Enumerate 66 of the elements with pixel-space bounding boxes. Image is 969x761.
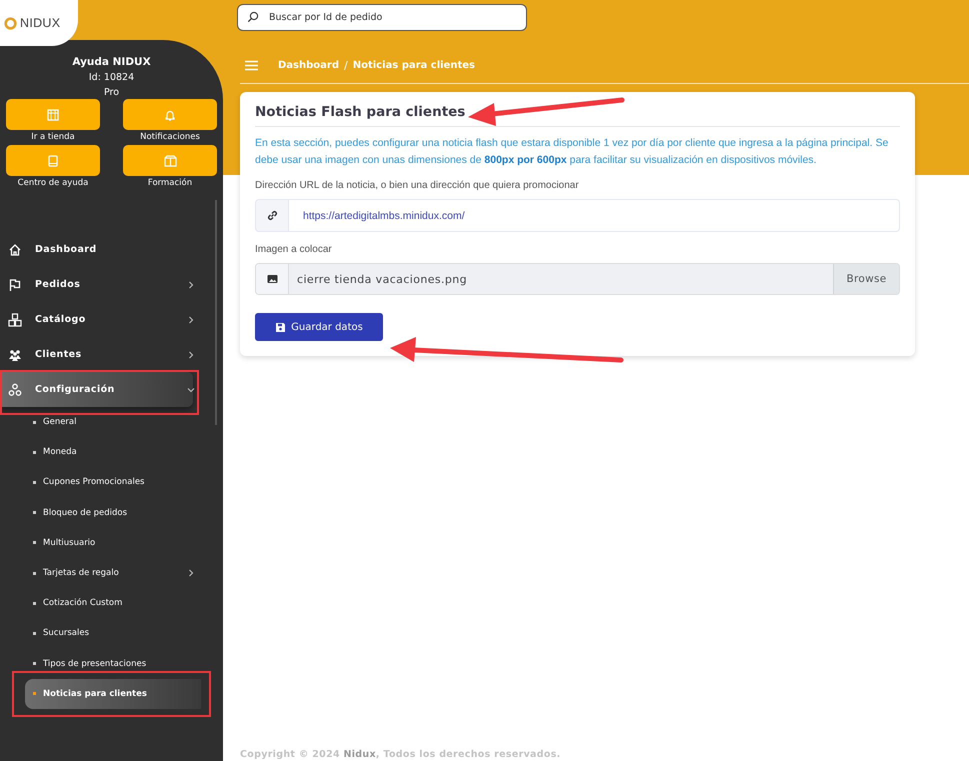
menu-item[interactable]: Configuración xyxy=(0,372,193,407)
quick-action-label: Formación xyxy=(148,178,192,190)
ring-logo-icon xyxy=(4,16,17,30)
chevron-right-icon xyxy=(187,350,195,358)
bullet-icon xyxy=(33,692,36,696)
scrollbar[interactable] xyxy=(215,200,217,425)
submenu-item[interactable]: Sucursales xyxy=(0,618,193,648)
quick-action-button[interactable] xyxy=(123,99,217,130)
profile-id: Id: 10824 xyxy=(88,72,134,83)
submenu-item[interactable]: Noticias para clientes xyxy=(25,678,201,709)
chevron-right-icon xyxy=(187,316,195,324)
chevron-right-icon xyxy=(187,280,195,288)
submenu-item[interactable]: Bloqueo de pedidos xyxy=(0,498,193,528)
bullet-icon xyxy=(33,632,36,635)
quick-action-button[interactable] xyxy=(6,99,100,130)
bullet-icon xyxy=(33,602,36,605)
bullet-icon xyxy=(33,511,36,514)
profile-name: Ayuda NIDUX xyxy=(72,56,151,68)
file-field[interactable]: cierre tienda vacaciones.png Browse xyxy=(255,263,900,295)
chevron-right-icon xyxy=(187,569,195,578)
submenu-item[interactable]: General xyxy=(0,407,193,438)
bullet-icon xyxy=(33,572,36,575)
grid-icon xyxy=(47,108,59,120)
bullet-icon xyxy=(33,480,36,484)
menu-item[interactable]: Dashboard xyxy=(0,232,193,267)
submenu-item[interactable]: Cupones Promocionales xyxy=(0,467,193,498)
field-label: Imagen a colocar xyxy=(255,244,333,255)
menu-item[interactable]: Clientes xyxy=(0,337,193,372)
copyright-text: Copyright © 2024 Nidux, Todos los derechos reservados. xyxy=(239,749,562,761)
field-label: Dirección URL de la noticia, o bien una dirección que quiera promocionar xyxy=(255,180,580,191)
breadcrumb-current: Noticias para clientes xyxy=(352,60,475,70)
nodes-icon xyxy=(8,382,22,396)
open-book-icon xyxy=(164,154,176,166)
logo-text: NIDUX xyxy=(20,16,60,30)
flag-icon xyxy=(8,278,22,292)
bullet-icon xyxy=(33,420,36,424)
profile-plan: Pro xyxy=(104,87,120,98)
boxes-icon xyxy=(8,312,22,326)
menu-item[interactable]: Catálogo xyxy=(0,302,193,337)
image-icon xyxy=(266,274,278,284)
bell-icon xyxy=(164,108,176,120)
submenu-item[interactable]: Moneda xyxy=(0,437,193,468)
save-button[interactable]: Guardar datos xyxy=(255,313,383,341)
description-text: En esta sección, puedes configurar una noticia flash que estara disponible 1 vez por día por cliente que ingresa a la página principal. Se debe usar una imagen con unas dimensiones de 800px por 600px para facilitar su visualización en dispositivos móviles. xyxy=(255,136,890,168)
quick-action-label: Centro de ayuda xyxy=(18,178,88,190)
submenu-item[interactable]: Cotización Custom xyxy=(0,588,193,618)
home-icon xyxy=(8,242,22,256)
book-icon xyxy=(47,154,59,166)
breadcrumb-separator: / xyxy=(344,58,348,72)
bullet-icon xyxy=(33,450,36,454)
quick-action-label: Ir a tienda xyxy=(31,132,75,144)
bullet-icon xyxy=(33,541,36,544)
people-icon xyxy=(8,348,22,362)
link-icon xyxy=(266,210,278,221)
menu-item[interactable]: Pedidos xyxy=(0,267,193,302)
submenu-item[interactable]: Tarjetas de regalo xyxy=(0,558,193,588)
search-icon xyxy=(247,11,259,23)
search-field[interactable]: Buscar por Id de pedido xyxy=(237,4,527,31)
submenu-item[interactable]: Multiusuario xyxy=(0,528,193,558)
quick-action-button[interactable] xyxy=(123,145,217,176)
url-field[interactable]: https://artedigitalmbs.minidux.com/ xyxy=(289,199,900,232)
quick-action-button[interactable] xyxy=(6,145,100,176)
bullet-icon xyxy=(33,662,36,666)
quick-action-label: Notificaciones xyxy=(140,132,200,144)
submenu-item[interactable]: Tipos de presentaciones xyxy=(0,648,193,679)
menu-icon[interactable] xyxy=(245,60,258,70)
